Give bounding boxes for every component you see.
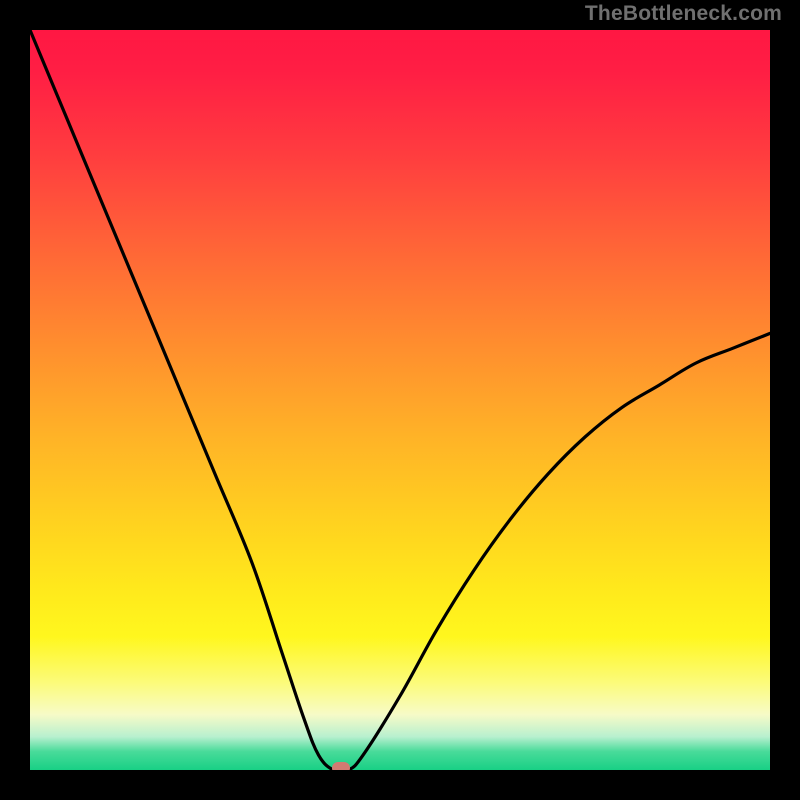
bottleneck-curve [30, 30, 770, 770]
minimum-marker [332, 762, 350, 770]
watermark-text: TheBottleneck.com [585, 2, 782, 26]
chart-frame: TheBottleneck.com [0, 0, 800, 800]
plot-area [30, 30, 770, 770]
